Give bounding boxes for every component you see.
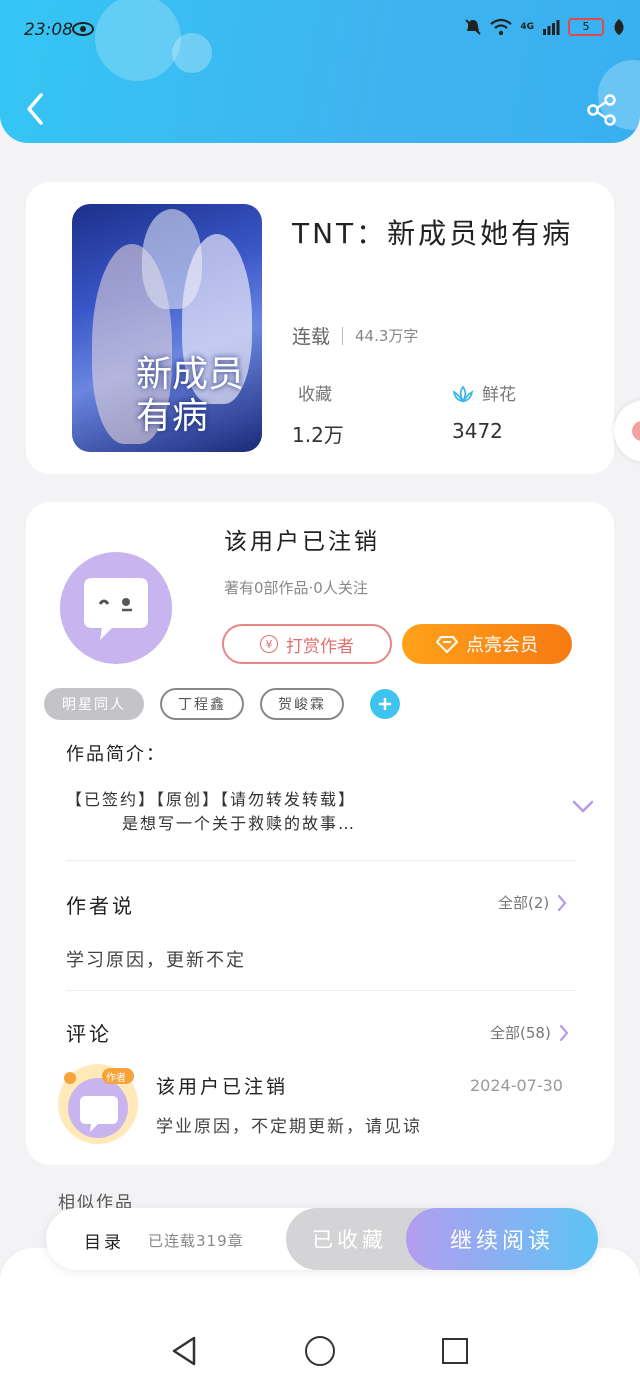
status-time: 23:08 <box>24 20 73 40</box>
chevron-right-icon <box>558 894 567 911</box>
continue-reading-button[interactable]: 继续阅读 <box>406 1208 598 1270</box>
chevron-left-icon <box>27 93 43 125</box>
floating-side-tab[interactable] <box>614 400 640 462</box>
network-type: 4G <box>520 22 534 32</box>
comments-title: 评论 <box>66 1022 112 1046</box>
chapter-count[interactable]: 已连载319章 <box>148 1230 244 1251</box>
comments-all-link[interactable]: 全部(58) <box>490 1022 569 1043</box>
comment-avatar[interactable]: 作者 <box>58 1064 138 1144</box>
collect-count: 1.2万 <box>292 423 344 447</box>
flower-label: 鲜花 <box>482 385 516 405</box>
author-says-title: 作者说 <box>66 894 135 918</box>
flower-count: 3472 <box>452 419 503 443</box>
author-avatar[interactable] <box>60 552 172 664</box>
share-button[interactable] <box>586 94 618 126</box>
status-icons: 4G 5 <box>464 18 626 36</box>
nav-home-icon[interactable] <box>305 1336 335 1366</box>
author-card: 该用户已注销 著有0部作品·0人关注 ¥ 打赏作者 点亮会员 明星同人 丁程鑫 … <box>26 502 614 1165</box>
comment-user-name[interactable]: 该用户已注销 <box>156 1072 288 1099</box>
yen-icon: ¥ <box>260 635 278 653</box>
comment-text[interactable]: 学业原因，不定期更新，请见谅 <box>156 1112 422 1137</box>
tag-item[interactable]: 明星同人 <box>44 688 144 720</box>
intro-label: 作品简介： <box>66 744 166 765</box>
cover-title: 新成员有病 <box>136 354 245 437</box>
author-says-all-label: 全部(2) <box>498 894 550 912</box>
intro-text-line2: 是想写一个关于救赎的故事… <box>122 814 357 833</box>
chevron-right-icon <box>559 1024 569 1041</box>
tip-author-button[interactable]: ¥ 打赏作者 <box>222 624 392 664</box>
author-name[interactable]: 该用户已注销 <box>224 522 380 556</box>
wifi-icon <box>490 18 513 36</box>
chevron-down-icon[interactable] <box>572 800 594 814</box>
add-tag-button[interactable] <box>370 689 400 719</box>
mute-icon <box>465 19 482 35</box>
book-info-card: 新成员有病 TNT：新成员她有病 连载 44.3万字 收藏 1.2万 鲜花 34… <box>26 182 614 474</box>
section-divider <box>66 990 576 991</box>
author-summary: 著有0部作品·0人关注 <box>224 579 368 597</box>
author-badge-label: 作者 <box>106 1073 126 1084</box>
section-divider <box>66 860 576 861</box>
flower-stat[interactable]: 鲜花 <box>452 380 516 405</box>
nav-back-icon[interactable] <box>170 1335 198 1367</box>
leaf-icon <box>614 19 624 35</box>
chat-bubble-icon <box>84 578 148 640</box>
comments-all-label: 全部(58) <box>490 1024 551 1042</box>
serial-status: 连载 <box>292 326 331 348</box>
meta-divider <box>342 326 344 345</box>
word-count: 44.3万字 <box>355 327 419 345</box>
book-meta: 连载 44.3万字 <box>292 322 418 349</box>
vip-button[interactable]: 点亮会员 <box>402 624 572 664</box>
author-badge-icon <box>64 1068 134 1138</box>
float-tab-icon <box>632 421 640 441</box>
author-says-all-link[interactable]: 全部(2) <box>498 892 567 913</box>
tag-item[interactable]: 丁程鑫 <box>160 688 244 720</box>
eye-icon <box>72 22 94 36</box>
tip-author-label: 打赏作者 <box>286 636 354 657</box>
battery-indicator: 5 <box>568 18 604 36</box>
decor-bubble <box>172 33 212 73</box>
back-button[interactable] <box>20 88 50 130</box>
diamond-icon <box>436 636 458 653</box>
share-icon <box>587 94 616 126</box>
decor-bubble <box>95 0 181 81</box>
lotus-icon <box>452 385 474 403</box>
comment-time: 2024-07-30 <box>470 1076 563 1095</box>
toc-button[interactable]: 目录 <box>84 1228 124 1253</box>
author-says-text: 学习原因，更新不定 <box>66 950 246 971</box>
book-cover[interactable]: 新成员有病 <box>72 204 262 452</box>
tag-list: 明星同人 丁程鑫 贺峻霖 <box>44 688 400 720</box>
book-title: TNT：新成员她有病 <box>292 217 574 250</box>
intro-text-line1: 【已签约】【原创】【请勿转发转载】 <box>66 790 357 809</box>
collect-label: 收藏 <box>298 385 332 405</box>
plus-icon <box>379 698 391 710</box>
vip-label: 点亮会员 <box>466 635 538 656</box>
nav-recents-icon[interactable] <box>442 1338 468 1364</box>
signal-icon <box>543 20 560 35</box>
tag-item[interactable]: 贺峻霖 <box>260 688 344 720</box>
top-header: 23:08 4G 5 <box>0 0 640 143</box>
action-bar: 目录 已连载319章 已收藏 继续阅读 <box>46 1208 598 1270</box>
